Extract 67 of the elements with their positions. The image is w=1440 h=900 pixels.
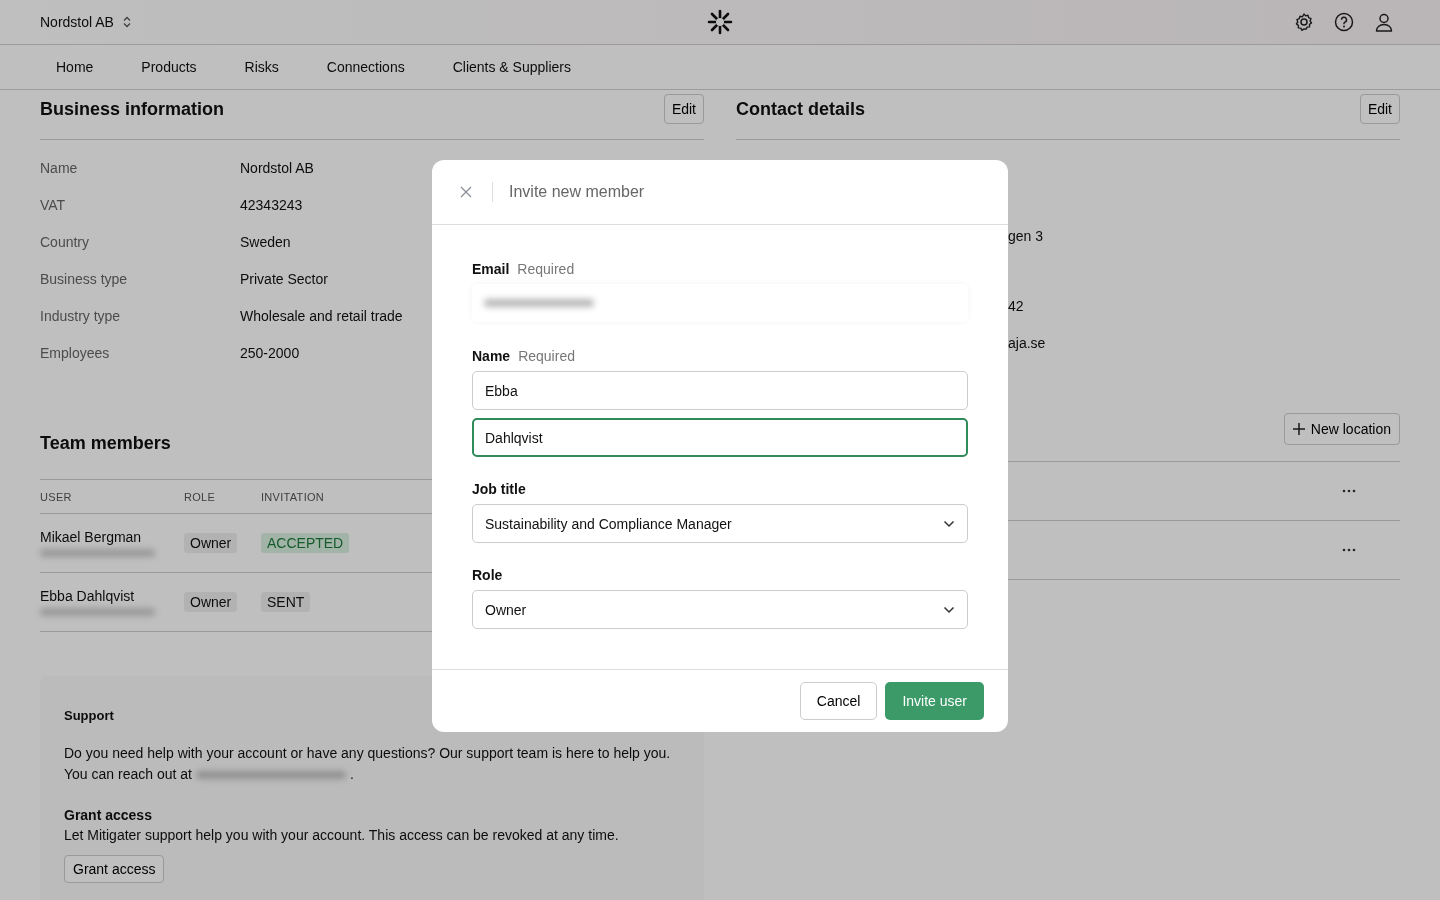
- required-hint: Required: [518, 348, 575, 364]
- nav-tab[interactable]: Clients & Suppliers: [436, 45, 587, 89]
- field-label: Industry type: [40, 307, 122, 324]
- field-value: gen 3: [1008, 228, 1045, 246]
- field-label: Employees: [40, 344, 111, 361]
- status-badge: SENT: [261, 592, 311, 612]
- edit-button[interactable]: Edit: [1359, 94, 1400, 124]
- invite-user-button[interactable]: Invite user: [885, 682, 984, 720]
- user-name: Mikael Bergman: [40, 529, 143, 545]
- user-icon[interactable]: [1374, 12, 1394, 32]
- field-label: Role: [472, 567, 503, 583]
- required-hint: Required: [517, 261, 575, 277]
- chevron-down-icon: [943, 519, 955, 528]
- field-value: 250-2000: [240, 344, 300, 361]
- support-title: Support: [64, 708, 115, 723]
- section-title: Business information: [40, 98, 225, 120]
- edit-button[interactable]: Edit: [663, 94, 704, 124]
- help-icon[interactable]: [1334, 12, 1354, 32]
- support-text: Do you need help with your account or have any questions? Our support team is here to help you.: [64, 744, 672, 763]
- section-title: Team members: [40, 433, 171, 454]
- last-name-field[interactable]: Dahlqvist: [472, 418, 968, 457]
- cancel-button[interactable]: Cancel: [799, 682, 878, 720]
- section-title: Contact details: [736, 98, 866, 120]
- status-badge: ACCEPTED: [261, 533, 350, 553]
- field-value: Wholesale and retail trade: [240, 307, 403, 324]
- dialog-title: Invite new member: [509, 183, 645, 201]
- settings-icon[interactable]: [1294, 12, 1314, 32]
- field-value: Private Sector: [240, 270, 328, 287]
- close-icon[interactable]: [460, 186, 472, 198]
- new-location-button[interactable]: New location: [1283, 413, 1400, 445]
- field-label: Business type: [40, 270, 129, 287]
- grant-text: Let Mitigater support help you with your account. This access can be revoked at any time.: [64, 827, 620, 843]
- role-badge: Owner: [184, 592, 238, 612]
- field-value: Nordstol AB: [240, 159, 314, 176]
- field-value: 42343243: [240, 196, 303, 213]
- grant-title: Grant access: [64, 807, 153, 823]
- nav-tab[interactable]: Products: [125, 45, 213, 89]
- more-icon[interactable]: [1342, 548, 1356, 552]
- more-icon[interactable]: [1342, 489, 1356, 493]
- job-title-select[interactable]: Sustainability and Compliance Manager: [472, 504, 968, 543]
- nav-tab[interactable]: Home: [40, 45, 110, 89]
- role-badge: Owner: [184, 533, 238, 553]
- logo-star-icon: [707, 9, 733, 35]
- organization-switcher[interactable]: Nordstol AB: [40, 14, 132, 30]
- chevron-down-icon: [943, 605, 955, 614]
- field-label: VAT: [40, 196, 67, 213]
- plus-icon: [1292, 423, 1305, 435]
- role-select[interactable]: Owner: [472, 590, 968, 629]
- field-value: Sweden: [240, 233, 291, 250]
- user-name: Ebba Dahlqvist: [40, 588, 136, 604]
- column-header: INVITATION: [261, 490, 326, 503]
- field-label: Email: [472, 261, 510, 277]
- column-header: ROLE: [184, 490, 217, 503]
- chevron-up-down-icon: [121, 16, 132, 28]
- field-label: Job title: [472, 481, 526, 497]
- field-label: Name: [40, 159, 79, 176]
- nav-tab[interactable]: Connections: [310, 45, 421, 89]
- grant-access-button[interactable]: Grant access: [64, 855, 165, 883]
- punctuation: .: [349, 765, 354, 784]
- first-name-field[interactable]: Ebba: [472, 371, 968, 410]
- column-header: USER: [40, 490, 73, 503]
- field-value: 42: [1008, 298, 1025, 316]
- nav-tab[interactable]: Risks: [228, 45, 295, 89]
- support-contact-text: You can reach out at: [64, 765, 192, 784]
- field-label: Name: [472, 348, 511, 364]
- field-label: Country: [40, 233, 91, 250]
- field-value: aja.se: [1008, 335, 1047, 353]
